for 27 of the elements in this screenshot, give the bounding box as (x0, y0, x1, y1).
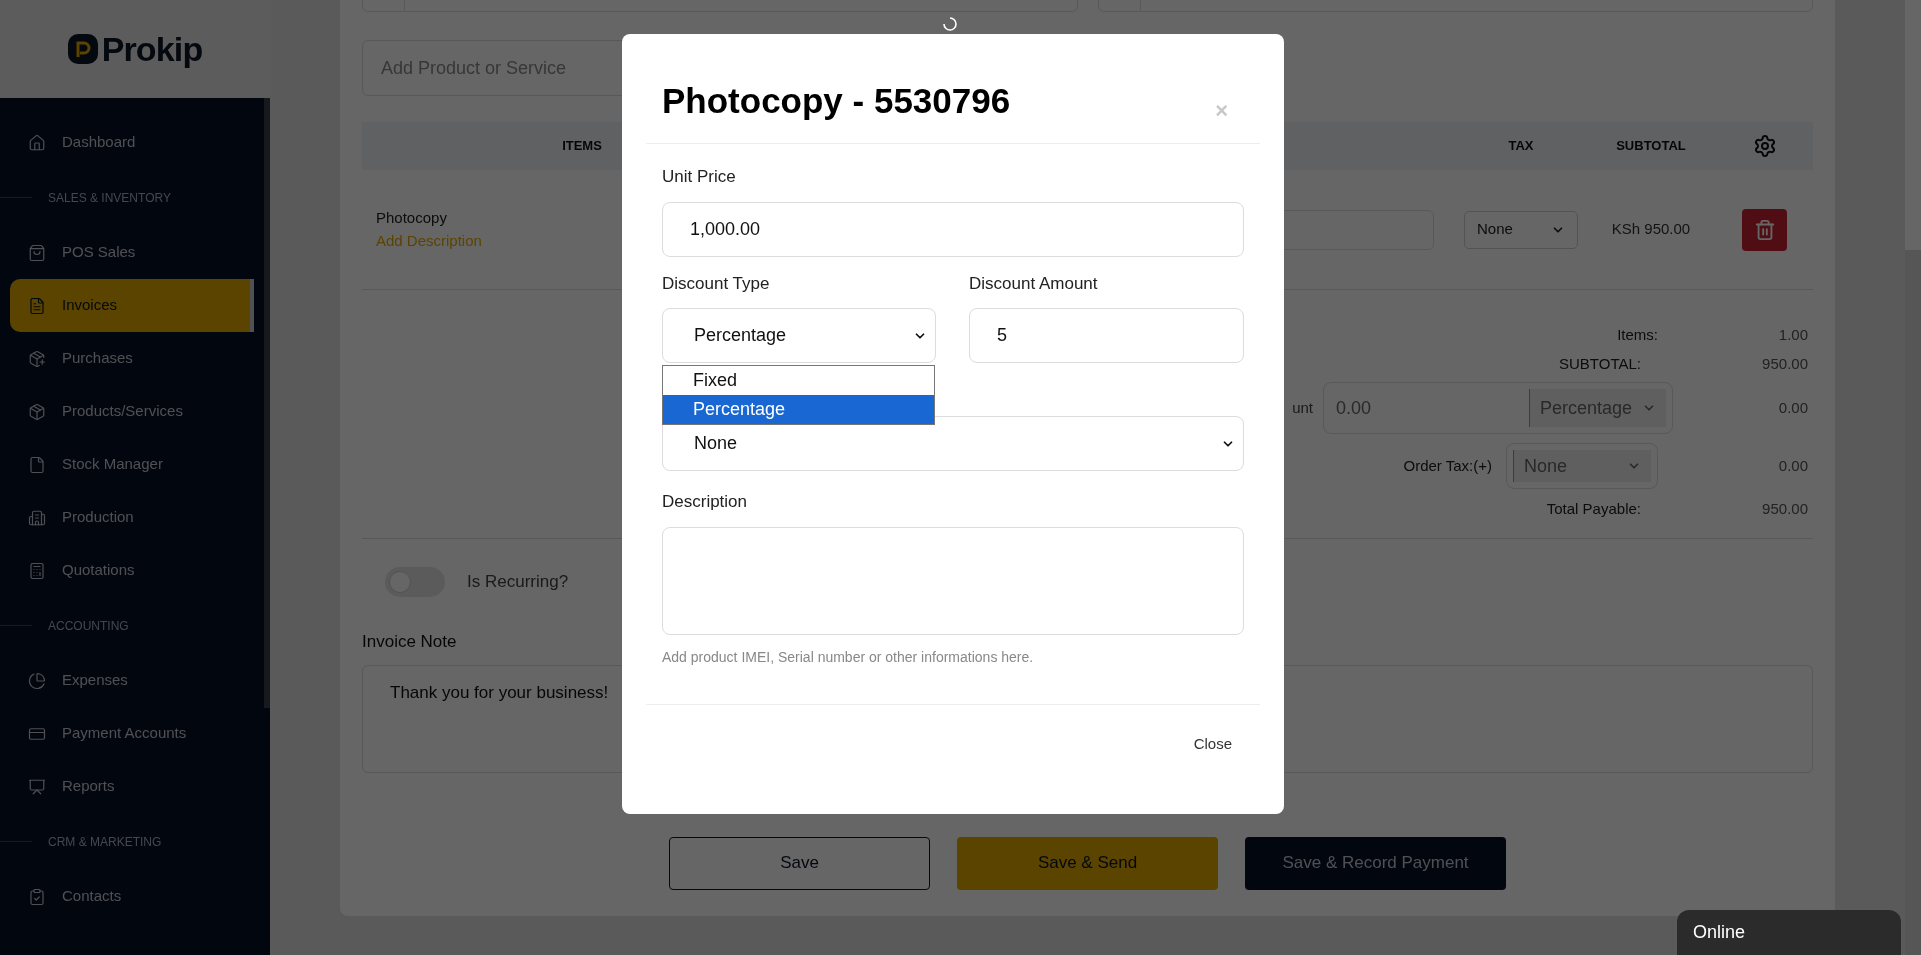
total-value: 0.00 (1777, 455, 1808, 476)
discount-label: unt (1292, 397, 1313, 418)
total-value: 950.00 (1761, 353, 1808, 374)
total-label: SUBTOTAL: (1558, 353, 1642, 374)
column-header: ITEMS (561, 137, 603, 156)
online-status-badge: Online (1677, 910, 1901, 955)
section-heading: ACCOUNTING (48, 617, 129, 635)
total-label: Items: (1616, 324, 1658, 345)
recurring-label: Is Recurring? (467, 571, 569, 594)
field-label: Unit Price (662, 166, 737, 188)
total-value: 950.00 (1761, 498, 1808, 519)
total-label: Order Tax:(+) (1403, 455, 1492, 476)
invoice-note-label: Invoice Note (362, 631, 458, 653)
logo-text: Prokip (101, 28, 203, 70)
total-value: 1.00 (1777, 324, 1808, 345)
field-label: Discount Type (662, 272, 771, 295)
field-label: Description (662, 491, 749, 513)
field-label: Discount Amount (969, 272, 1099, 295)
section-heading: CRM & MARKETING (48, 833, 162, 851)
total-label: Total Payable: (1545, 498, 1642, 519)
modal-title: Photocopy - 5530796 (662, 79, 1011, 122)
total-value: 0.00 (1777, 397, 1808, 418)
section-heading: SALES & INVENTORY (48, 189, 171, 207)
help-text: Add product IMEI, Serial number or other informations here. (662, 647, 1035, 667)
subtotal-cell-text: KSh 950.00 (1610, 219, 1692, 240)
column-header: SUBTOTAL (1615, 137, 1687, 156)
column-header: TAX (1507, 137, 1535, 156)
